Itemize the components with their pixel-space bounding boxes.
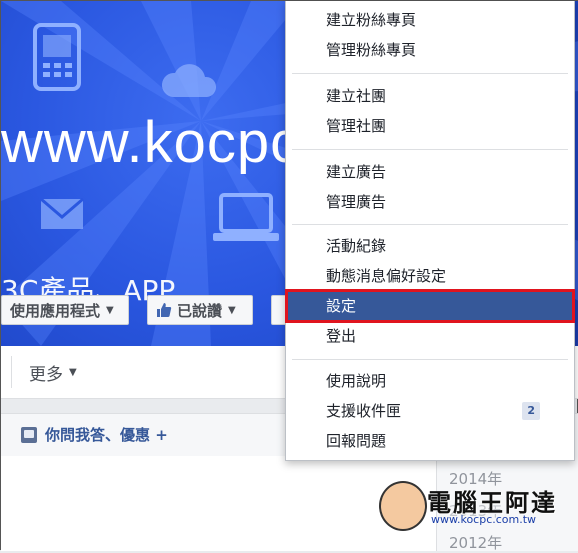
- use-app-button[interactable]: 使用應用程式 ▼: [1, 295, 129, 325]
- menu-item-report-problem[interactable]: 回報問題: [286, 426, 574, 456]
- chevron-down-icon: ▼: [228, 304, 236, 316]
- menu-item-help[interactable]: 使用說明: [286, 366, 574, 396]
- menu-item-manage-ads[interactable]: 管理廣告: [286, 187, 574, 217]
- menu-item-activity-log[interactable]: 活動紀錄: [286, 231, 574, 261]
- menu-item-manage-groups[interactable]: 管理社團: [286, 111, 574, 141]
- account-dropdown-menu: 建立粉絲專頁 管理粉絲專頁 建立社團 管理社團 建立廣告 管理廣告 活動紀錄 動…: [285, 1, 575, 461]
- mascot-face-icon: [379, 481, 427, 531]
- menu-separator: [292, 73, 568, 74]
- menu-item-news-feed-preferences[interactable]: 動態消息偏好設定: [286, 261, 574, 291]
- watermark-url: www.kocpc.com.tw: [431, 513, 537, 526]
- chevron-down-icon: ▼: [106, 304, 114, 316]
- laptop-icon: [213, 193, 279, 241]
- cloud-icon: [161, 64, 217, 97]
- menu-separator: [292, 359, 568, 360]
- qa-offers-label: 你問我答、優惠 +: [45, 426, 168, 444]
- menu-item-manage-fan-pages[interactable]: 管理粉絲專頁: [286, 35, 574, 65]
- support-inbox-count-badge: 2: [522, 402, 540, 420]
- qa-offers-link[interactable]: 你問我答、優惠 +: [21, 424, 168, 445]
- more-tab[interactable]: 更多 ▼: [29, 360, 77, 385]
- menu-item-create-group[interactable]: 建立社團: [286, 81, 574, 111]
- app-tab-icon: [21, 426, 37, 443]
- menu-item-create-fan-page[interactable]: 建立粉絲專頁: [286, 5, 574, 35]
- menu-item-support-inbox[interactable]: 支援收件匣 2: [286, 396, 574, 426]
- menu-separator: [292, 149, 568, 150]
- mail-icon: [40, 197, 84, 229]
- support-inbox-label: 支援收件匣: [326, 402, 402, 420]
- liked-button[interactable]: 已說讚 ▼: [147, 295, 253, 325]
- use-app-label: 使用應用程式: [10, 301, 101, 320]
- menu-item-settings[interactable]: 設定: [285, 289, 575, 323]
- phone-icon: [33, 23, 81, 91]
- nav-divider: [11, 356, 12, 388]
- menu-item-log-out[interactable]: 登出: [286, 321, 574, 351]
- liked-label: 已說讚: [177, 301, 223, 320]
- menu-separator: [292, 224, 568, 225]
- more-tab-label: 更多: [29, 365, 63, 385]
- menu-item-create-ads[interactable]: 建立廣告: [286, 157, 574, 187]
- watermark-logo: 電腦王阿達 www.kocpc.com.tw: [379, 479, 555, 539]
- timeline-content-area: [1, 456, 436, 551]
- thumbs-up-icon: [157, 303, 172, 317]
- chevron-down-icon: ▼: [69, 367, 77, 378]
